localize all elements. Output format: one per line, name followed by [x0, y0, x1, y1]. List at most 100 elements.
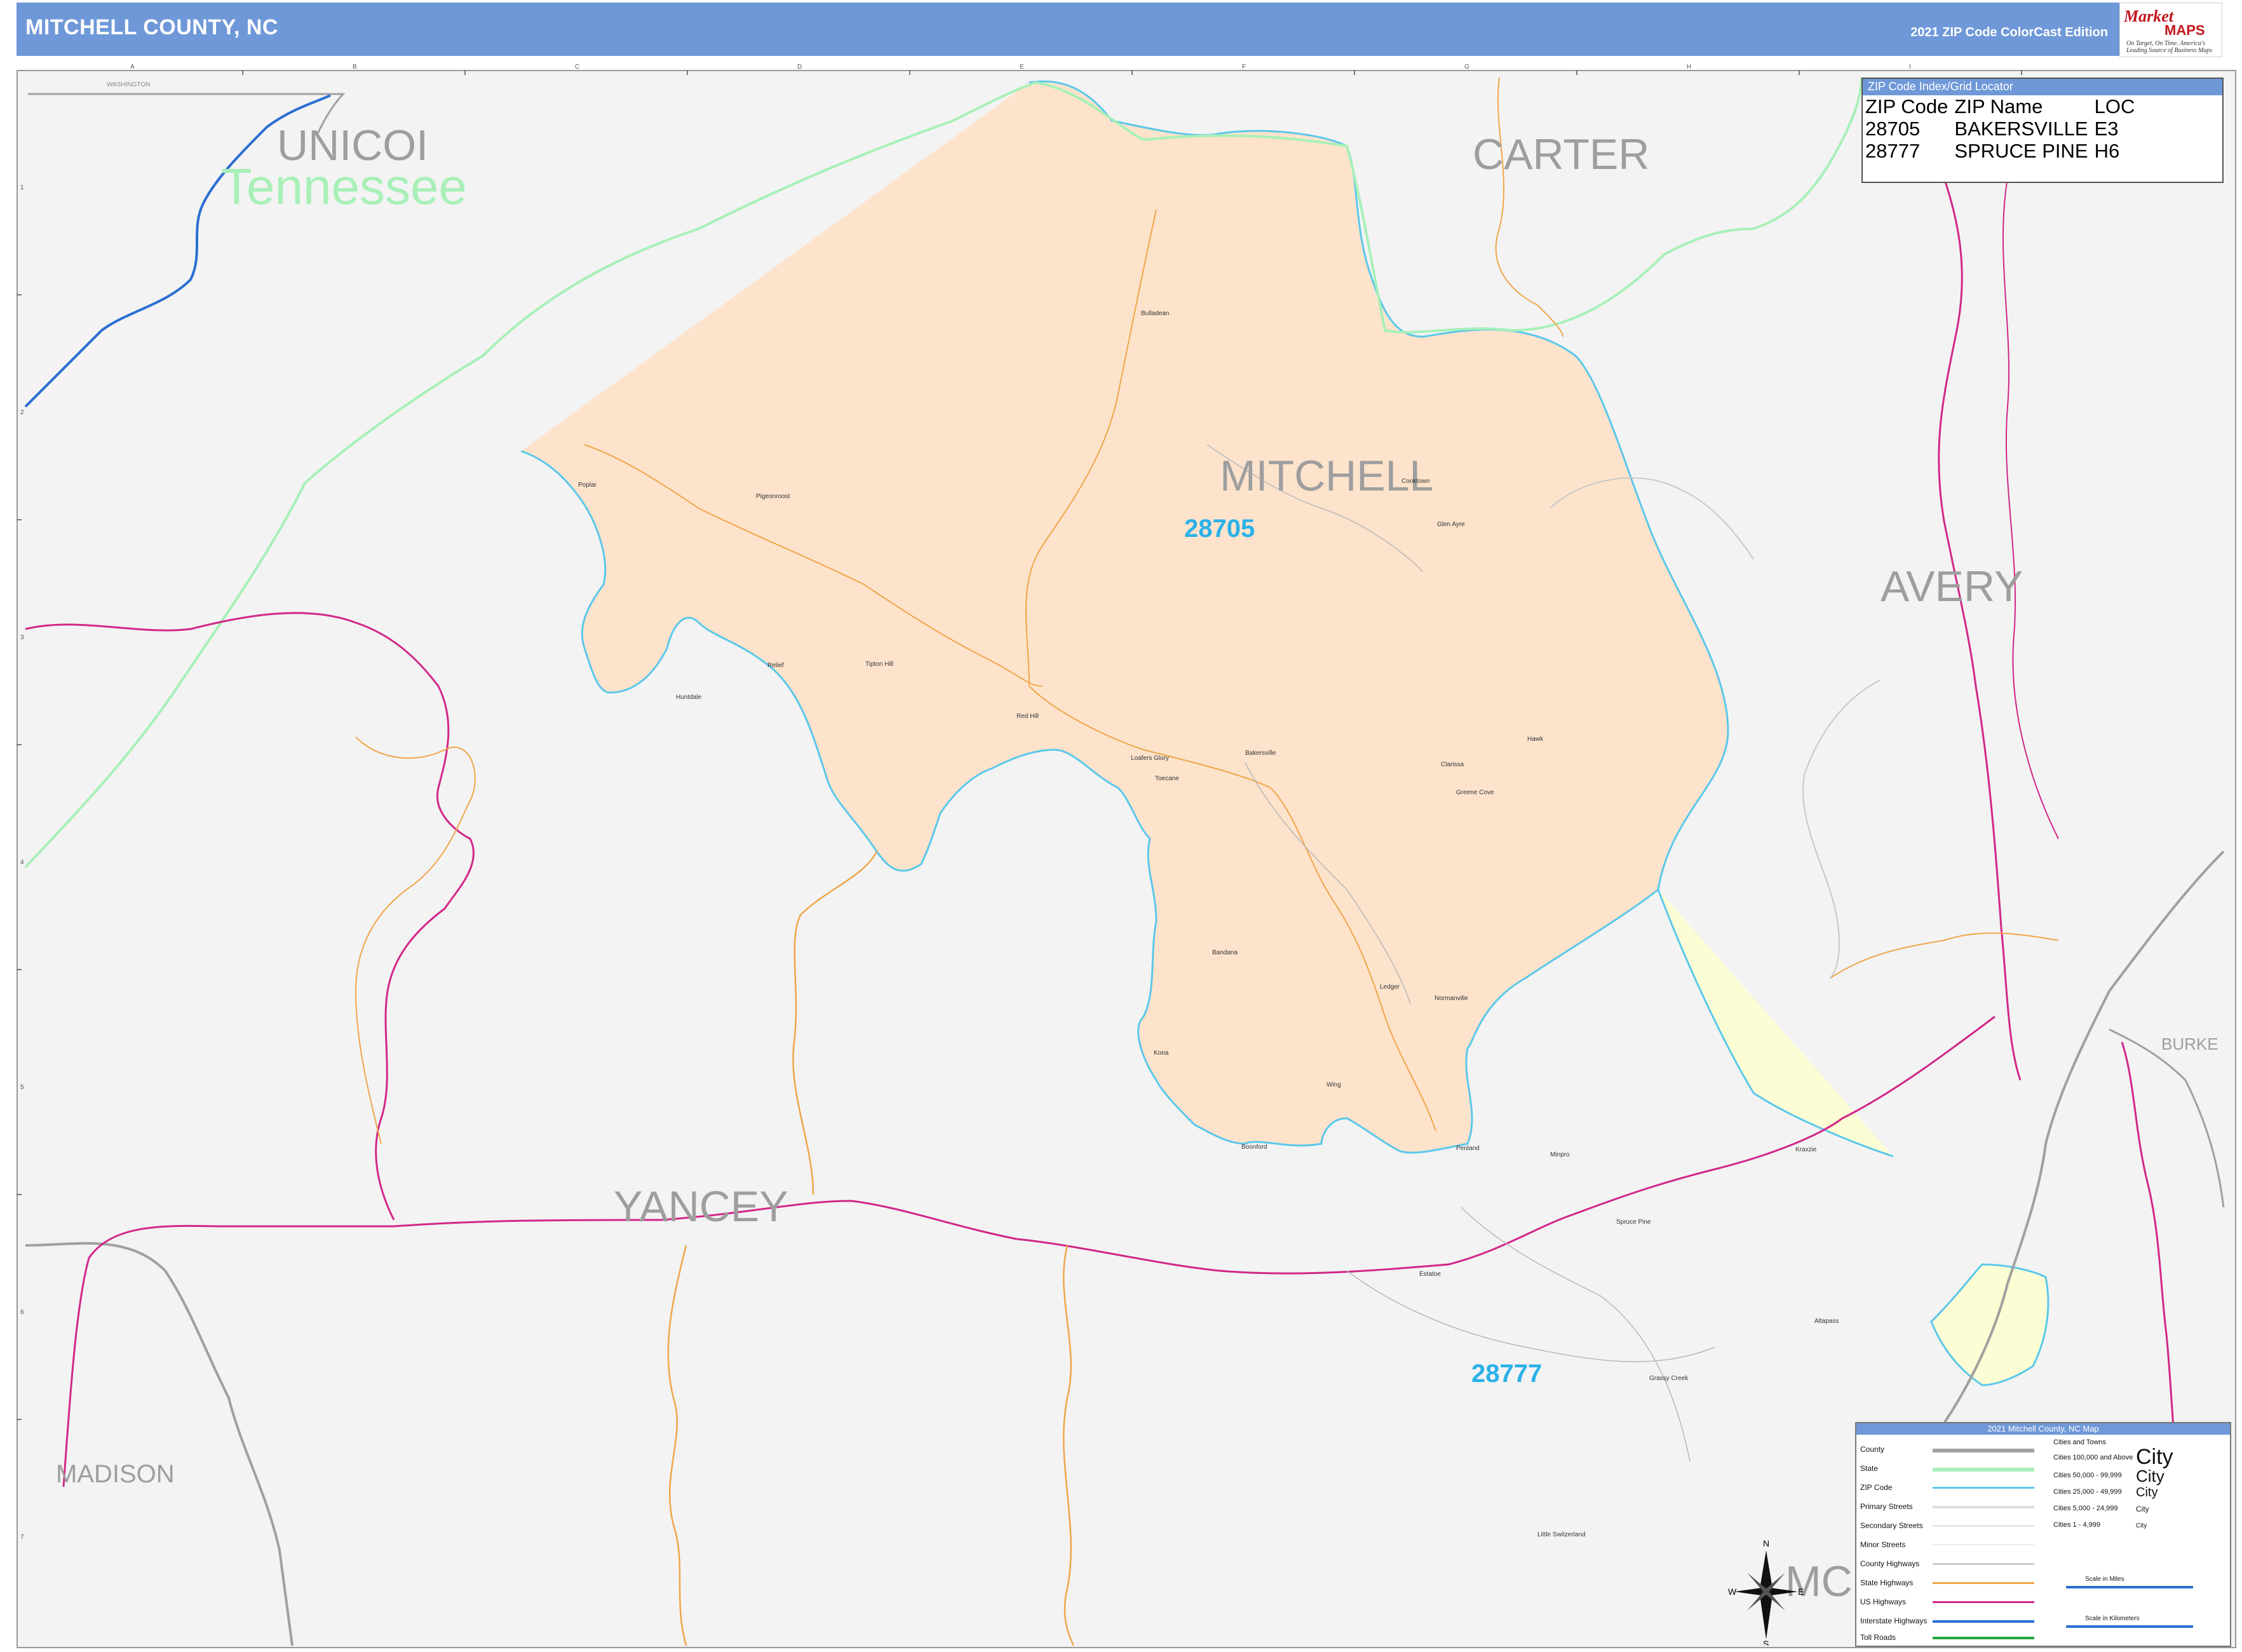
- legend-swatch-state-hwy: [1933, 1582, 2034, 1584]
- grid-row-4: 4: [20, 859, 24, 866]
- compass-w: W: [1728, 1587, 1737, 1597]
- zip-index-header-row: ZIP Code ZIP Name LOC: [1864, 95, 2140, 118]
- state-highway-south: [667, 1245, 687, 1646]
- town-label-minpro: Minpro: [1550, 1151, 1570, 1158]
- zip-index-cell: 28777: [1865, 140, 1921, 162]
- us-highway-west-loop: [25, 612, 475, 1221]
- town-label-penland: Penland: [1456, 1145, 1480, 1152]
- town-label-bulladean: Bulladean: [1141, 310, 1170, 317]
- compass-e: E: [1798, 1587, 1804, 1597]
- county-label-yancey: YANCEY: [614, 1182, 788, 1231]
- town-label-grassy-creek: Grassy Creek: [1649, 1375, 1689, 1382]
- town-label-boonford: Boonford: [1241, 1144, 1267, 1151]
- state-highway-east: [1829, 932, 2059, 979]
- grid-row-2: 2: [20, 409, 24, 416]
- zip-area-28777-east: [1930, 1263, 2050, 1386]
- legend-swatch-us-hwy: [1933, 1601, 2034, 1603]
- state-highway-carter: [1495, 77, 1563, 337]
- state-highway-yancey: [792, 851, 878, 1195]
- legend-city-range-2: Cities 50,000 - 99,999: [2053, 1472, 2122, 1479]
- zip-index-cell: H6: [2094, 140, 2120, 162]
- grid-col-b: B: [353, 64, 357, 71]
- legend-swatch-minor: [1933, 1544, 2034, 1545]
- town-label-wing: Wing: [1327, 1081, 1341, 1088]
- legend-label-county-hwy: County Highways: [1860, 1559, 1920, 1568]
- legend-label-state-hwy: State Highways: [1860, 1578, 1914, 1587]
- grid-row-5: 5: [20, 1084, 24, 1091]
- compass-n: N: [1763, 1538, 1769, 1548]
- town-label-glen-ayre: Glen Ayre: [1437, 521, 1465, 528]
- legend-label-minor: Minor Streets: [1860, 1540, 1906, 1549]
- town-label-tipton-hill: Tipton Hill: [865, 661, 894, 668]
- town-label-normanville: Normanville: [1435, 995, 1468, 1002]
- town-label-cooktown: Cooktown: [1401, 478, 1430, 485]
- town-label-little-switzerland: Little Switzerland: [1537, 1531, 1586, 1538]
- county-label-carter: CARTER: [1473, 130, 1650, 179]
- minor-road-6: [1461, 1207, 1691, 1462]
- zip-label-28777: 28777: [1471, 1360, 1543, 1388]
- legend-cities-heading: Cities and Towns: [2053, 1439, 2106, 1446]
- grid-col-e: E: [1020, 64, 1024, 71]
- legend-city-range-5: Cities 1 - 4,999: [2053, 1521, 2100, 1529]
- zip-label-28705: 28705: [1184, 515, 1255, 543]
- town-label-estatoe: Estatoe: [1419, 1271, 1441, 1278]
- county-label-madison: MADISON: [56, 1460, 175, 1488]
- legend-scale-miles: Scale in Miles: [2085, 1576, 2124, 1583]
- legend-city-range-1: Cities 100,000 and Above: [2053, 1454, 2133, 1461]
- zip-index-cell: 28705: [1865, 118, 1921, 140]
- grid-row-7: 7: [20, 1534, 24, 1541]
- county-label-avery: AVERY: [1881, 562, 2023, 611]
- state-highway-yancey-west: [355, 736, 476, 1144]
- legend-swatch-county: [1933, 1449, 2034, 1452]
- county-label-burke: BURKE: [2161, 1034, 2218, 1053]
- county-line-west: [25, 1242, 294, 1646]
- zip-index-header-loc: LOC: [2094, 95, 2135, 118]
- zip-index-title: ZIP Code Index/Grid Locator: [1863, 79, 2222, 95]
- us-highway-ne: [2002, 177, 2059, 839]
- town-label-huntdale: Huntdale: [676, 694, 702, 701]
- us-highway-main: [62, 1015, 1996, 1487]
- us-highway-east: [1938, 177, 2022, 1081]
- legend-city-range-3: Cities 25,000 - 49,999: [2053, 1488, 2122, 1496]
- town-label-toecane: Toecane: [1155, 775, 1179, 782]
- town-label-relief: Relief: [767, 662, 784, 669]
- zip-index-header-name: ZIP Name: [1954, 95, 2043, 118]
- zip-index-cell: BAKERSVILLE: [1954, 118, 2088, 140]
- town-label-kraxzie: Kraxzie: [1795, 1146, 1817, 1153]
- town-label-poplar: Poplar: [578, 482, 597, 489]
- town-label-loafers-glory: Loafers Glory: [1131, 755, 1170, 762]
- zip-area-28777[interactable]: [1657, 889, 1894, 1158]
- compass-s: S: [1763, 1639, 1769, 1646]
- town-label-clarissa: Clarissa: [1441, 761, 1464, 768]
- legend-label-us-hwy: US Highways: [1860, 1597, 1907, 1606]
- zip-index-cell: E3: [2094, 118, 2119, 140]
- state-label-tennessee: Tennessee: [221, 158, 467, 215]
- zip-area-28705[interactable]: [520, 80, 1729, 1154]
- legend-scale-km: Scale in Kilometers: [2085, 1615, 2140, 1622]
- legend-label-zip: ZIP Code: [1860, 1483, 1893, 1492]
- town-label-kona: Kona: [1154, 1050, 1169, 1057]
- legend-label-secondary: Secondary Streets: [1860, 1521, 1923, 1530]
- zip-index-box: ZIP Code Index/Grid Locator ZIP Code ZIP…: [1861, 78, 2224, 183]
- legend-label-primary: Primary Streets: [1860, 1502, 1913, 1511]
- county-label-mitchell: MITCHELL: [1220, 452, 1434, 500]
- zip-index-row[interactable]: 28777 SPRUCE PINE H6: [1864, 140, 2140, 162]
- grid-col-h: H: [1687, 64, 1692, 71]
- map-canvas[interactable]: [0, 0, 2242, 1652]
- town-label-hawk: Hawk: [1527, 736, 1544, 743]
- zip-index-table: ZIP Code ZIP Name LOC 28705 BAKERSVILLE …: [1864, 95, 2140, 162]
- town-label-red-hill: Red Hill: [1016, 713, 1039, 720]
- minor-road-5: [1346, 1270, 1716, 1362]
- minor-road-1: [1802, 679, 1881, 979]
- town-label-ledger: Ledger: [1380, 984, 1400, 991]
- legend-label-toll: Toll Roads: [1860, 1633, 1896, 1642]
- zip-index-row[interactable]: 28705 BAKERSVILLE E3: [1864, 118, 2140, 140]
- legend-swatch-secondary: [1933, 1525, 2034, 1527]
- town-label-bandana: Bandana: [1212, 949, 1238, 956]
- grid-col-c: C: [575, 64, 580, 71]
- zip-index-cell: SPRUCE PINE: [1954, 140, 2088, 162]
- grid-col-f: F: [1242, 64, 1246, 71]
- compass-rose-icon: N S W E: [1728, 1538, 1804, 1646]
- town-label-pigeonroost: Pigeonroost: [756, 493, 790, 500]
- legend-label-county: County: [1860, 1445, 1885, 1454]
